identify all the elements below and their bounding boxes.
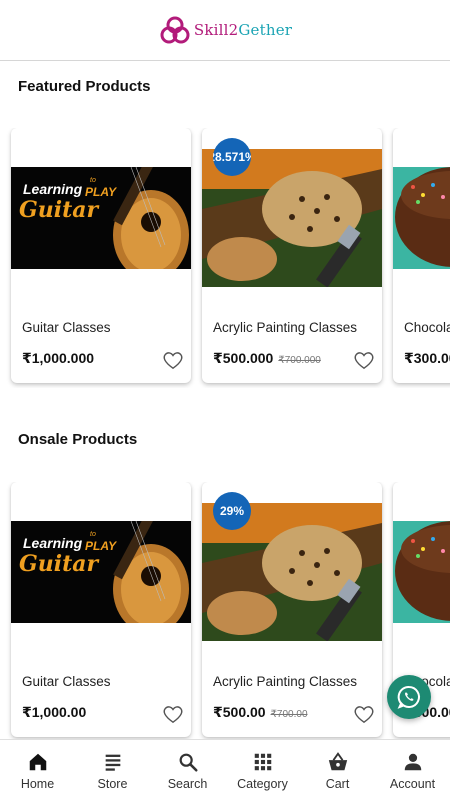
heart-icon[interactable] — [162, 350, 184, 370]
discount-badge: 28.571% — [213, 138, 251, 176]
whatsapp-icon — [397, 685, 420, 709]
product-image: Learning to PLAY Guitar — [11, 521, 191, 623]
featured-products-title: Featured Products — [18, 78, 151, 95]
product-card[interactable]: 29% Acrylic Painting Classes ₹500.00 ₹700… — [202, 482, 382, 737]
cart-icon — [328, 752, 347, 771]
onsale-products-title: Onsale Products — [18, 431, 138, 448]
discount-badge: 29% — [213, 492, 251, 530]
nav-cart[interactable]: Cart — [300, 740, 375, 800]
onsale-products-row[interactable]: Learning to PLAY Guitar Guitar Classes ₹… — [0, 482, 450, 742]
category-icon — [254, 753, 271, 771]
product-name: Guitar Classes — [22, 674, 111, 689]
image-text-to: to — [90, 531, 96, 538]
image-text-guitar: Guitar — [19, 197, 99, 223]
heart-icon[interactable] — [162, 704, 184, 724]
heart-icon[interactable] — [353, 350, 375, 370]
product-price: ₹300.000 — [404, 350, 450, 366]
nav-category[interactable]: Category — [225, 740, 300, 800]
image-text-learning: Learning — [23, 535, 83, 551]
whatsapp-button[interactable] — [387, 675, 431, 719]
home-icon — [29, 753, 46, 771]
product-old-price: ₹700.000 — [278, 355, 321, 366]
nav-account[interactable]: Account — [375, 740, 450, 800]
bottom-navigation: Home Store Search Category Cart Account — [0, 739, 450, 800]
nav-home-label: Home — [20, 777, 55, 791]
image-text-guitar: Guitar — [19, 551, 99, 577]
nav-store-label: Store — [97, 777, 128, 791]
featured-products-row[interactable]: Learning to PLAY Guitar Guitar Classes ₹… — [0, 128, 450, 388]
logo-icon — [160, 16, 190, 44]
product-old-price: ₹700.00 — [270, 709, 308, 720]
product-image — [393, 167, 450, 269]
heart-icon[interactable] — [353, 704, 375, 724]
app-header: Skill2Gether — [0, 0, 450, 61]
product-card[interactable]: 28.571% Acrylic Painting Classes ₹500.00… — [202, 128, 382, 383]
product-name: Chocolate Cake Classes — [404, 320, 450, 335]
nav-category-label: Category — [237, 777, 288, 791]
account-icon — [404, 753, 421, 771]
nav-search-label: Search — [167, 777, 208, 791]
logo-text: Skill2Gether — [193, 21, 293, 39]
nav-search[interactable]: Search — [150, 740, 225, 800]
product-name: Guitar Classes — [22, 320, 111, 335]
nav-cart-label: Cart — [325, 777, 350, 791]
store-icon — [105, 754, 120, 771]
product-price: ₹500.000 ₹700.000 — [213, 350, 321, 366]
product-image: Learning to PLAY Guitar — [11, 167, 191, 269]
product-price: ₹1,000.00 — [22, 704, 87, 720]
image-text-to: to — [90, 177, 96, 184]
product-name: Acrylic Painting Classes — [213, 674, 358, 689]
product-name: Acrylic Painting Classes — [213, 320, 358, 335]
nav-account-label: Account — [389, 777, 436, 791]
nav-store[interactable]: Store — [75, 740, 150, 800]
nav-home[interactable]: Home — [0, 740, 75, 800]
image-text-learning: Learning — [23, 181, 83, 197]
product-price: ₹500.00 ₹700.00 — [213, 704, 308, 720]
product-card[interactable]: Learning to PLAY Guitar Guitar Classes ₹… — [11, 482, 191, 737]
product-price: ₹1,000.000 — [22, 350, 95, 366]
brand-logo[interactable]: Skill2Gether — [158, 14, 292, 46]
product-card[interactable]: Chocolate Cake Classes ₹300.000 — [393, 128, 450, 383]
search-icon — [179, 753, 198, 772]
product-card[interactable]: Learning to PLAY Guitar Guitar Classes ₹… — [11, 128, 191, 383]
product-image — [393, 521, 450, 623]
